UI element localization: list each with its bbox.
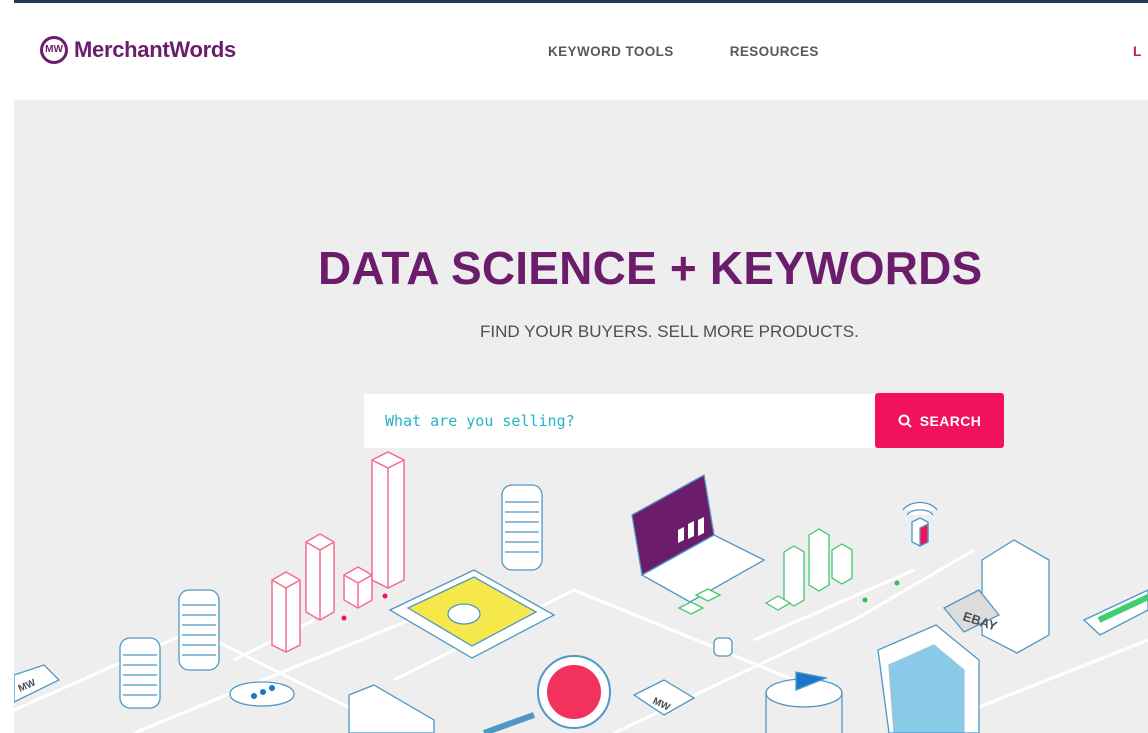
hero-subhead: FIND YOUR BUYERS. SELL MORE PRODUCTS. — [480, 322, 859, 341]
login-link[interactable]: L — [1133, 44, 1145, 59]
nav-keyword-tools[interactable]: KEYWORD TOOLS — [548, 44, 674, 59]
logo-link[interactable]: MW MerchantWords — [40, 36, 236, 64]
hero-illustration: EBAY MW MW — [14, 451, 1148, 733]
search-icon — [898, 414, 912, 428]
search-button-label: SEARCH — [919, 412, 982, 429]
logo-mark-icon: MW — [40, 36, 68, 64]
search-input[interactable] — [364, 394, 875, 448]
nav-resources[interactable]: RESOURCES — [730, 44, 819, 59]
logo-text: MerchantWords — [74, 37, 236, 62]
main-nav: KEYWORD TOOLS RESOURCES — [548, 44, 819, 59]
hero-section: EBAY MW MW DATA SCIENCE + KEYWORDS FIND … — [14, 100, 1148, 733]
hero-headline: DATA SCIENCE + KEYWORDS — [318, 242, 983, 294]
search-button[interactable]: SEARCH — [875, 393, 1004, 448]
page: MW MerchantWords KEYWORD TOOLS RESOURCES… — [0, 0, 1148, 733]
site-header: MW MerchantWords KEYWORD TOOLS RESOURCES… — [14, 3, 1148, 100]
